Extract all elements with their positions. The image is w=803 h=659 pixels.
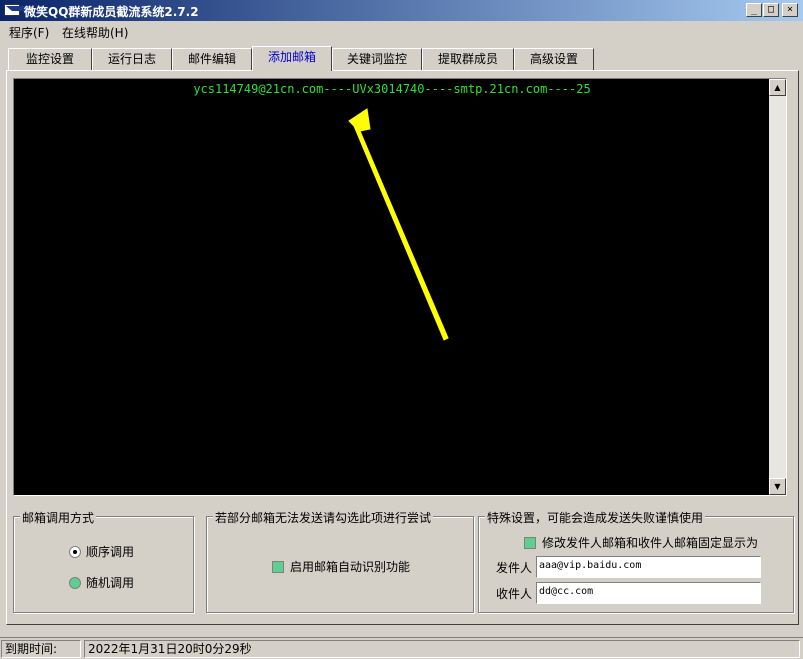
- sender-input[interactable]: aaa@vip.baidu.com: [536, 556, 761, 578]
- tab-run-log[interactable]: 运行日志: [92, 48, 172, 71]
- mailbox-list-textarea[interactable]: ycs114749@21cn.com----UVx3014740----smtp…: [13, 78, 787, 496]
- radio-sequential-indicator[interactable]: [69, 546, 81, 558]
- maximize-button[interactable]: □: [763, 3, 779, 17]
- arrow-shape: [348, 108, 449, 341]
- recipient-input[interactable]: dd@cc.com: [536, 582, 761, 604]
- minimize-button[interactable]: _: [746, 3, 762, 17]
- scroll-down-button[interactable]: ▼: [769, 478, 786, 495]
- special-settings-group: 特殊设置，可能会造成发送失败谨慎使用 修改发件人邮箱和收件人邮箱固定显示为 发件…: [478, 509, 794, 613]
- annotation-arrow: [348, 108, 449, 341]
- mailbox-mode-title: 邮箱调用方式: [20, 509, 97, 526]
- sender-label: 发件人: [496, 561, 533, 575]
- tab-add-mailbox[interactable]: 添加邮箱: [252, 46, 332, 71]
- tab-monitor-settings[interactable]: 监控设置: [8, 48, 92, 71]
- fixed-display-checkbox-box[interactable]: [524, 537, 536, 549]
- auto-detect-checkbox-label: 启用邮箱自动识别功能: [290, 560, 411, 574]
- menu-bar: 程序(F) 在线帮助(H): [0, 21, 803, 41]
- window-title: 微笑QQ群新成员截流系统2.7.2: [24, 5, 199, 19]
- scroll-up-button[interactable]: ▲: [769, 79, 786, 96]
- fixed-display-checkbox-label: 修改发件人邮箱和收件人邮箱固定显示为: [542, 536, 759, 550]
- auto-detect-group: 若部分邮箱无法发送请勾选此项进行尝试 启用邮箱自动识别功能: [206, 509, 474, 613]
- fixed-display-checkbox[interactable]: 修改发件人邮箱和收件人邮箱固定显示为: [524, 534, 758, 551]
- radio-random-label: 随机调用: [86, 576, 135, 590]
- special-settings-title: 特殊设置，可能会造成发送失败谨慎使用: [485, 509, 706, 526]
- radio-sequential-label: 顺序调用: [86, 545, 135, 559]
- recipient-label: 收件人: [496, 587, 533, 601]
- tab-extract-members[interactable]: 提取群成员: [422, 48, 514, 71]
- menu-online-help[interactable]: 在线帮助(H): [62, 24, 128, 41]
- close-button[interactable]: ×: [782, 3, 798, 17]
- radio-sequential[interactable]: 顺序调用: [69, 543, 134, 560]
- tab-advanced-settings[interactable]: 高级设置: [514, 48, 594, 71]
- tab-mail-edit[interactable]: 邮件编辑: [172, 48, 252, 71]
- expiry-label: 到期时间:: [1, 640, 81, 658]
- expiry-value: 2022年1月31日20时0分29秒: [84, 640, 800, 658]
- auto-detect-checkbox[interactable]: 启用邮箱自动识别功能: [272, 558, 410, 575]
- radio-random-indicator[interactable]: [69, 577, 81, 589]
- radio-random[interactable]: 随机调用: [69, 574, 134, 591]
- menu-program[interactable]: 程序(F): [9, 24, 49, 41]
- title-bar: 微笑QQ群新成员截流系统2.7.2 _ □ ×: [0, 0, 803, 21]
- vertical-scrollbar[interactable]: ▲ ▼: [769, 79, 786, 495]
- auto-detect-checkbox-box[interactable]: [272, 561, 284, 573]
- status-bar: 到期时间: 2022年1月31日20时0分29秒: [0, 637, 803, 659]
- mail-icon: [4, 4, 30, 16]
- auto-detect-title: 若部分邮箱无法发送请勾选此项进行尝试: [213, 509, 434, 526]
- mailbox-mode-group: 邮箱调用方式 顺序调用 随机调用: [13, 509, 194, 613]
- tab-keyword-monitor[interactable]: 关键词监控: [332, 48, 422, 71]
- tab-strip: 监控设置 运行日志 邮件编辑 添加邮箱 关键词监控 提取群成员 高级设置: [4, 46, 799, 71]
